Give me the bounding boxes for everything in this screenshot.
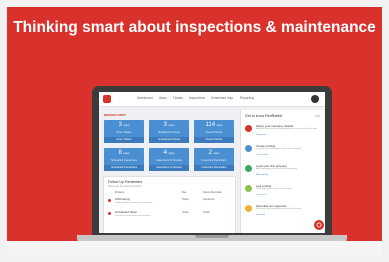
step-icon (245, 125, 252, 132)
main-nav: Dashboard Users Tickets Inspections Sche… (137, 96, 254, 100)
follow-up-reminders: Follow Up Reminders Show only the active… (103, 176, 236, 233)
onboarding-panel: Get to know RedRabbit Hide Setup your co… (240, 110, 324, 233)
stat-card-closed[interactable]: 114 open Closed Tickets Closed Tickets (194, 120, 234, 143)
chat-icon (316, 222, 322, 228)
avatar[interactable] (311, 95, 319, 103)
table-row[interactable]: 1618 Hennig Follow up with the tenant on… (108, 197, 231, 207)
follow-up-subtitle: Show only the active reminders (108, 185, 142, 188)
headline: Thinking smart about inspections & maint… (13, 19, 376, 36)
stat-card-scheduled[interactable]: 8 open Scheduled Inspections Scheduled I… (104, 148, 144, 171)
stat-card-review[interactable]: 4 open Inspections To Review Inspections… (149, 148, 189, 171)
stat-card-reminders[interactable]: 2 open Inspection Reminders Inspection R… (194, 148, 234, 171)
hide-link[interactable]: Hide (315, 115, 320, 118)
nav-dashboard[interactable]: Dashboard (137, 96, 153, 100)
nav-tickets[interactable]: Tickets (173, 96, 183, 100)
step-icon (245, 205, 252, 212)
step-icon (245, 185, 252, 192)
stat-card-open-tickets[interactable]: 3 open Open Tickets Open Tickets (104, 120, 144, 143)
onboarding-step[interactable]: Log a ticket Track work orders from star… (245, 184, 321, 202)
card-footer: Open Tickets (104, 137, 144, 143)
app-topbar: Dashboard Users Tickets Inspections Sche… (99, 92, 325, 107)
stat-card-unassigned[interactable]: 3 open Unassigned Tickets Unassigned Tic… (149, 120, 189, 143)
hero-banner: Thinking smart about inspections & maint… (7, 7, 382, 255)
stat-number: 3 (118, 122, 122, 128)
panel-title: Get to know RedRabbit (245, 114, 283, 118)
status-dot-icon (108, 212, 111, 215)
card-footer: Inspection Reminders (194, 165, 234, 171)
card-footer: Inspections To Review (149, 165, 189, 171)
app-logo[interactable] (103, 95, 111, 103)
card-footer: Scheduled Inspections (104, 165, 144, 171)
nav-scheduled[interactable]: Scheduled Insp. (211, 96, 234, 100)
nav-reporting[interactable]: Reporting (240, 96, 254, 100)
onboarding-step[interactable]: Load your first property Add a property … (245, 164, 321, 182)
follow-up-title: Follow Up Reminders (108, 180, 143, 184)
table-row[interactable]: 42 Parkview Street Schedule contractor f… (108, 210, 231, 220)
step-icon (245, 145, 252, 152)
card-footer: Closed Tickets (194, 137, 234, 143)
app-screen: Dashboard Users Tickets Inspections Sche… (99, 92, 325, 233)
onboarding-step[interactable]: Create a ticket Log your first maintenan… (245, 144, 321, 162)
help-chat-button[interactable] (313, 219, 325, 231)
card-footer: Unassigned Tickets (149, 137, 189, 143)
onboarding-step[interactable]: Schedule an inspection Plan your next in… (245, 204, 321, 222)
onboarding-step[interactable]: Setup your company details Add your logo… (245, 124, 321, 142)
section-label: NEEDED FIRST (104, 113, 127, 117)
nav-users[interactable]: Users (159, 96, 167, 100)
status-dot-icon (108, 199, 111, 202)
nav-inspections[interactable]: Inspections (189, 96, 205, 100)
step-icon (245, 165, 252, 172)
bottom-strip (7, 241, 382, 255)
